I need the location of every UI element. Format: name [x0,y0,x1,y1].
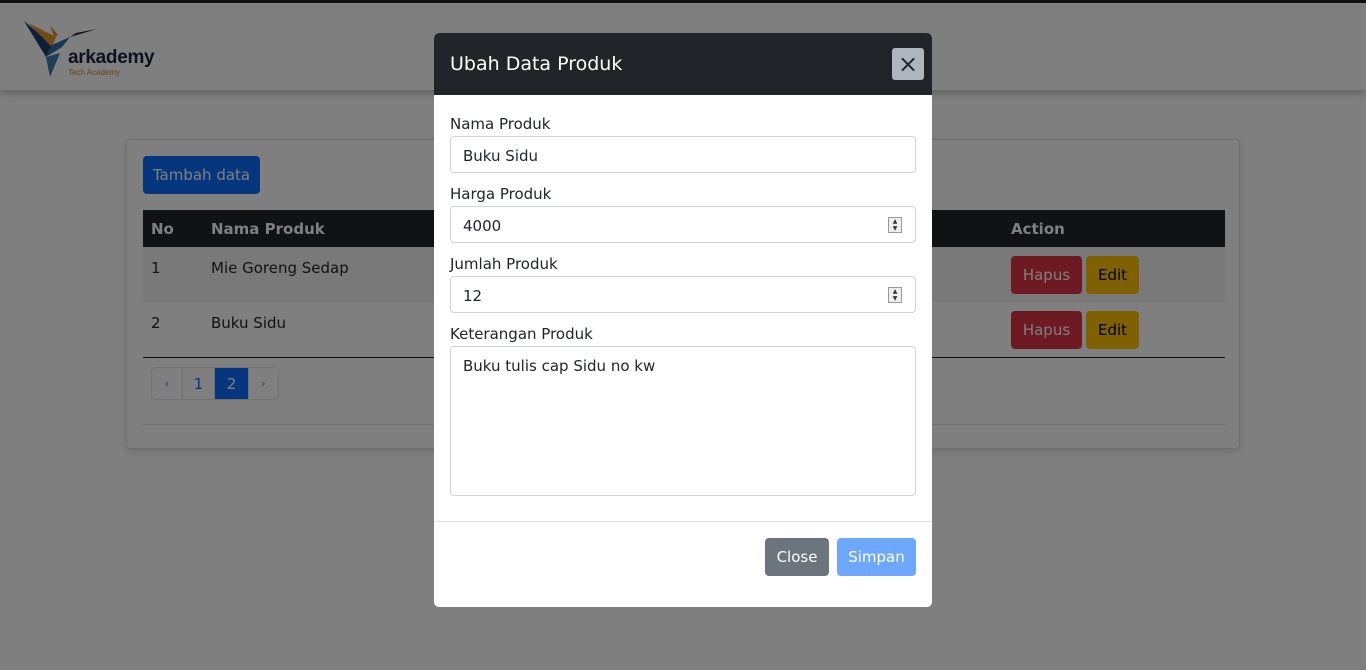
desc-textarea[interactable]: Buku tulis cap Sidu no kw [450,346,916,496]
modal-title: Ubah Data Produk [450,53,623,75]
close-button[interactable]: Close [765,538,829,576]
modal-header: Ubah Data Produk [434,33,932,95]
spinner-icon[interactable]: ▲ ▼ [888,287,902,303]
spinner-icon[interactable]: ▲ ▼ [888,217,902,233]
qty-value: 12 [463,287,483,305]
qty-label: Jumlah Produk [450,255,558,273]
price-label: Harga Produk [450,185,552,203]
qty-input[interactable]: 12 ▲ ▼ [450,276,916,313]
name-label: Nama Produk [450,115,551,133]
modal-footer-divider [434,521,932,522]
edit-product-modal: Ubah Data Produk × Nama Produk Buku Sidu… [434,33,932,607]
name-input[interactable]: Buku Sidu [450,136,916,173]
desc-label: Keterangan Produk [450,325,593,343]
save-button[interactable]: Simpan [837,538,916,576]
price-input[interactable]: 4000 ▲ ▼ [450,206,916,243]
price-value: 4000 [463,217,502,235]
close-icon[interactable]: × [892,48,924,80]
